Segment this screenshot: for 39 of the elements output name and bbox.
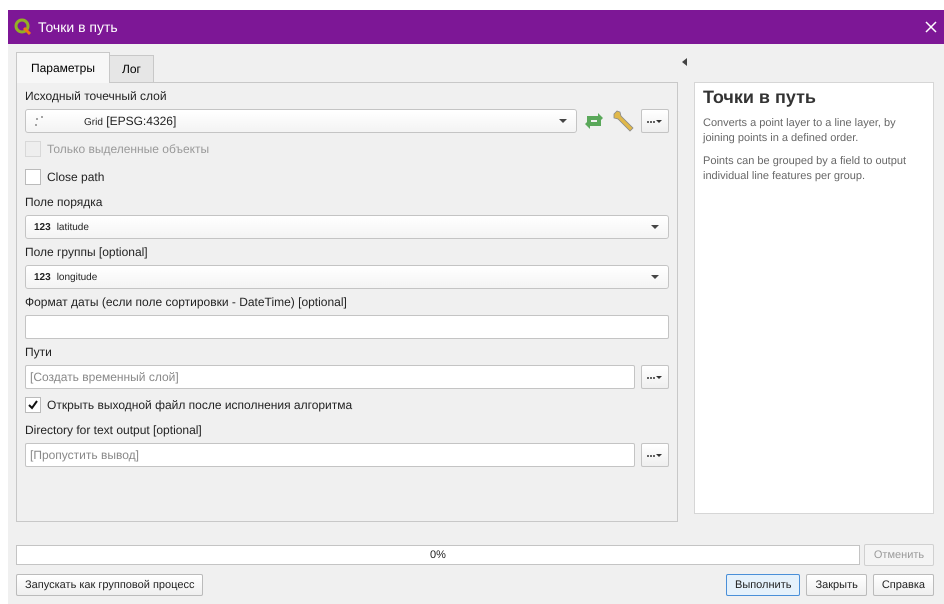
output-field[interactable]: [Создать временный слой]: [25, 365, 635, 389]
progress-text: 0%: [430, 549, 446, 561]
layer-dropdown[interactable]: Grid [EPSG:4326]: [25, 109, 577, 133]
checkbox[interactable]: [25, 169, 41, 185]
input-field[interactable]: [25, 315, 669, 339]
dialog-button[interactable]: Справка: [872, 574, 934, 596]
dropdown-arrow-icon: [558, 118, 568, 124]
window-title: Точки в путь: [38, 19, 119, 35]
help-title: Точки в путь: [703, 87, 817, 108]
iterate-icon[interactable]: [583, 111, 605, 131]
tab[interactable]: Параметры: [16, 52, 110, 83]
parameter-label: Directory for text output [optional]: [25, 422, 203, 439]
checkbox-label: Только выделенные объекты: [47, 142, 210, 156]
parameter-label: Формат даты (если поле сортировки - DateTime) [optional]: [25, 294, 348, 311]
output-field[interactable]: [Пропустить вывод]: [25, 443, 635, 467]
batch-process-button[interactable]: Запускать как групповой процесс: [16, 574, 204, 596]
dropdown-arrow-icon: [650, 224, 660, 230]
parameter-label: Пути: [25, 344, 53, 361]
help-text: Points can be grouped by a field to output individual line features per group.: [703, 154, 908, 184]
field-dropdown[interactable]: 123 latitude: [25, 215, 669, 239]
close-icon[interactable]: [924, 20, 938, 34]
wrench-icon[interactable]: [611, 109, 635, 133]
browse-button[interactable]: [641, 443, 669, 467]
parameter-label: Поле группы [optional]: [25, 244, 149, 261]
browse-button[interactable]: [641, 365, 669, 389]
collapse-arrow-icon[interactable]: [682, 58, 688, 66]
app-logo-icon: [14, 18, 32, 36]
browse-button[interactable]: [641, 109, 669, 133]
checkbox[interactable]: [25, 397, 41, 413]
checkbox-label: Открыть выходной файл после исполнения алгоритма: [47, 398, 352, 412]
dialog-button[interactable]: Закрыть: [806, 574, 867, 596]
parameter-label: Исходный точечный слой: [25, 88, 168, 105]
dropdown-arrow-icon: [650, 274, 660, 280]
field-dropdown[interactable]: 123 longitude: [25, 265, 669, 289]
tab[interactable]: Лог: [108, 55, 154, 82]
checkbox-label: Close path: [47, 170, 104, 184]
help-text: Converts a point layer to a line layer, by joining points in a defined order.: [703, 116, 897, 146]
parameter-label: Поле порядка: [25, 194, 104, 211]
dialog-button[interactable]: Выполнить: [726, 574, 800, 596]
